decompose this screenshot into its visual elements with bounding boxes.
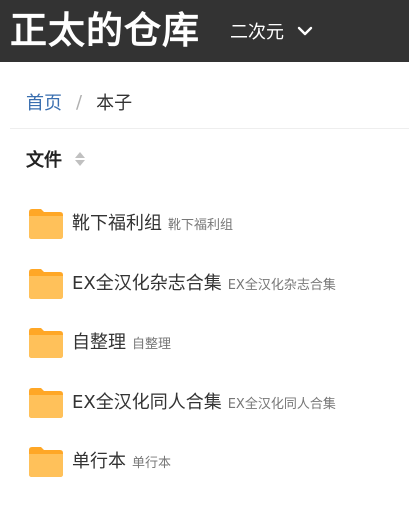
top-header: 正太的仓库 二次元	[0, 0, 409, 62]
file-name[interactable]: 自整理	[72, 324, 126, 362]
sort-icon[interactable]	[74, 151, 86, 167]
site-title[interactable]: 正太的仓库	[10, 0, 200, 62]
file-column-header[interactable]: 文件	[26, 146, 86, 172]
file-name[interactable]: 单行本	[72, 443, 126, 481]
breadcrumb-home-link[interactable]: 首页	[26, 89, 62, 115]
folder-icon	[28, 268, 64, 300]
folder-icon	[28, 387, 64, 419]
breadcrumb-current: 本子	[96, 93, 133, 114]
file-description: 单行本	[132, 456, 172, 471]
file-column-label: 文件	[26, 150, 62, 171]
breadcrumb: 首页 / 本子	[26, 88, 132, 116]
file-row-folder-4[interactable]: EX全汉化同人合集 EX全汉化同人合集	[28, 384, 409, 444]
breadcrumb-separator: /	[76, 91, 83, 113]
file-description: 自整理	[132, 337, 172, 352]
file-description: EX全汉化同人合集	[227, 396, 336, 412]
file-row-folder-3[interactable]: 自整理 自整理	[28, 324, 409, 384]
chevron-down-icon	[296, 22, 314, 40]
file-row-folder-1[interactable]: 靴下福利组 靴下福利组	[28, 205, 409, 265]
folder-icon	[28, 208, 64, 240]
file-name[interactable]: EX全汉化同人合集	[72, 384, 222, 422]
file-row-folder-5[interactable]: 单行本 单行本	[28, 443, 409, 503]
file-name[interactable]: EX全汉化杂志合集	[72, 265, 222, 303]
file-description: 靴下福利组	[168, 218, 234, 233]
category-dropdown[interactable]: 二次元	[230, 11, 314, 51]
folder-icon	[28, 446, 64, 478]
file-row-folder-2[interactable]: EX全汉化杂志合集 EX全汉化杂志合集	[28, 265, 409, 325]
file-list: 靴下福利组 靴下福利组 EX全汉化杂志合集 EX全汉化杂志合集 自整理 自整理	[28, 205, 409, 503]
category-label: 二次元	[230, 22, 284, 43]
file-description: EX全汉化杂志合集	[227, 277, 336, 293]
folder-icon	[28, 327, 64, 359]
file-name[interactable]: 靴下福利组	[72, 205, 162, 243]
divider	[10, 128, 409, 129]
